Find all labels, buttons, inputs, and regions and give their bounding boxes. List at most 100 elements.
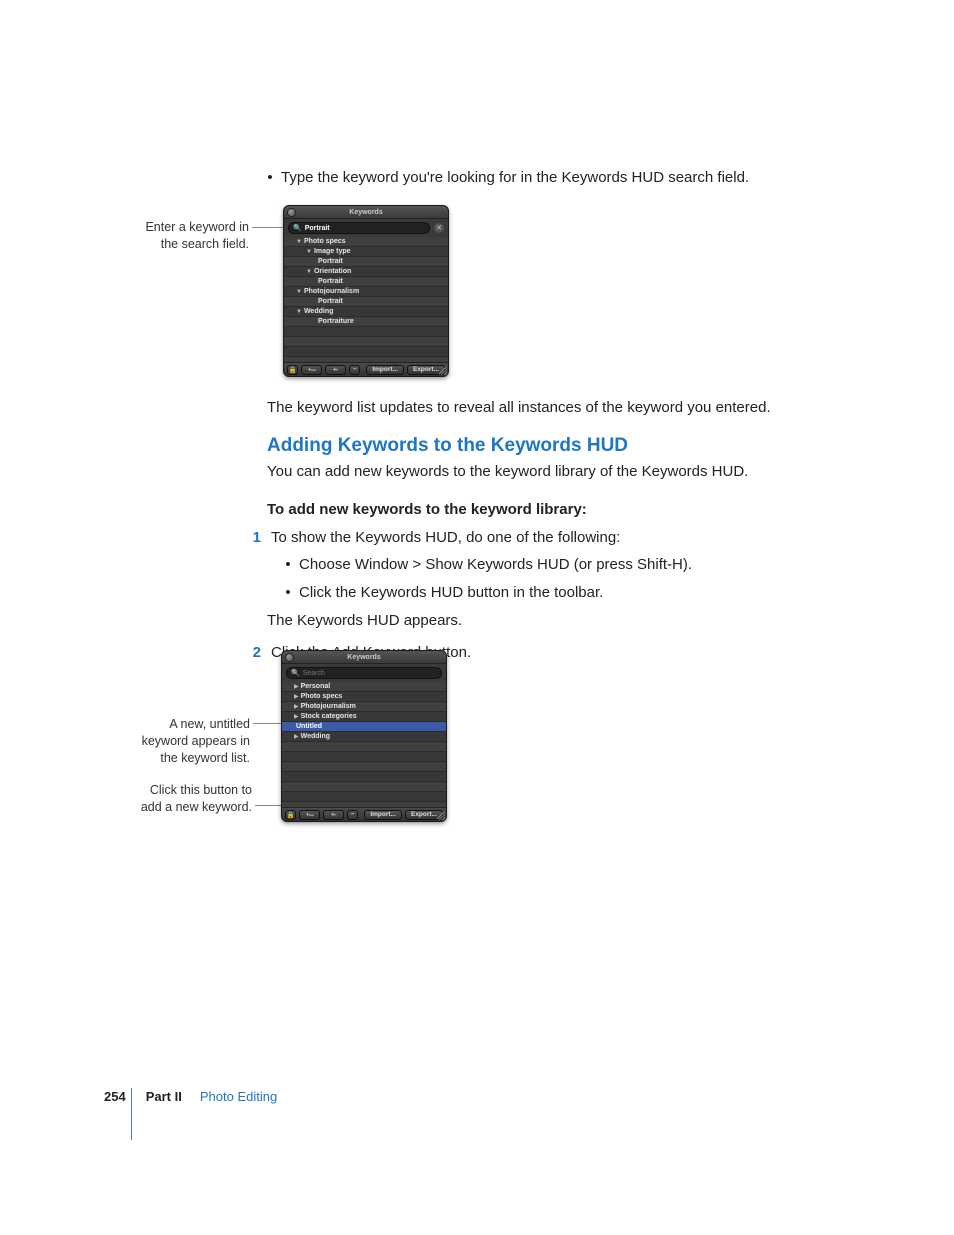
keyword-label: Image type [314,248,351,255]
list-item-empty [284,327,448,337]
bullet-text: Choose Window > Show Keywords HUD (or pr… [299,554,692,576]
bullet-item: • Choose Window > Show Keywords HUD (or … [267,554,827,576]
chevron-down-icon: ▼ [296,287,302,297]
add-keyword-button[interactable]: +▬ [299,810,320,820]
clear-search-icon[interactable]: ✕ [434,223,444,233]
import-button[interactable]: Import... [366,365,404,375]
list-item[interactable]: Portrait [284,257,448,267]
keywords-hud-2: Keywords 🔍 Search ▶Personal▶Photo specs▶… [281,650,447,822]
chevron-down-icon: ▼ [296,307,302,317]
keyword-label: Wedding [301,733,330,740]
chevron-right-icon: ▶ [294,702,299,712]
close-icon[interactable] [287,208,296,217]
list-item[interactable]: ▼Image type [284,247,448,257]
step-number: 1 [251,527,261,549]
list-item[interactable]: Portraiture [284,317,448,327]
list-item-empty [282,762,446,772]
procedure-title: To add new keywords to the keyword libra… [267,499,827,521]
remove-keyword-button[interactable]: − [347,810,358,820]
list-item-empty [282,792,446,802]
hud-search-row: 🔍 Portrait ✕ [284,219,448,237]
bullet-text: Type the keyword you're looking for in t… [281,167,749,189]
list-item-empty [282,752,446,762]
keywords-hud-1: Keywords 🔍 Portrait ✕ ▼Photo specs▼Image… [283,205,449,377]
chapter-title: Photo Editing [200,1089,277,1104]
hud-footer: 🔒 +▬ +▸ − Import... Export... [284,362,448,376]
remove-keyword-button[interactable]: − [349,365,360,375]
search-input[interactable]: 🔍 Search [286,667,442,679]
callout-untitled: A new, untitled keyword appears in the k… [90,716,250,767]
page-footer: 254 Part II Photo Editing [104,1089,277,1104]
list-item[interactable]: Portrait [284,277,448,287]
step-1: 1 To show the Keywords HUD, do one of th… [251,527,827,549]
resize-grip[interactable] [439,367,447,375]
keyword-label: Photojournalism [301,703,356,710]
chevron-down-icon: ▼ [306,247,312,257]
list-item[interactable]: Untitled [282,722,446,732]
bullet-text: Click the Keywords HUD button in the too… [299,582,603,604]
chevron-right-icon: ▶ [294,692,299,702]
keyword-label: Photojournalism [304,288,359,295]
list-item-empty [284,347,448,357]
page-number: 254 [104,1089,126,1104]
keyword-label: Orientation [314,268,351,275]
hud-titlebar: Keywords [284,206,448,219]
hud-titlebar: Keywords [282,651,446,664]
keyword-label: Stock categories [301,713,357,720]
body-text: The Keywords HUD appears. [267,610,827,632]
list-item[interactable]: ▶Photo specs [282,692,446,702]
list-item[interactable]: ▶Personal [282,682,446,692]
resize-grip[interactable] [437,812,445,820]
chevron-right-icon: ▶ [294,712,299,722]
lock-icon[interactable]: 🔒 [285,810,296,820]
chevron-down-icon: ▼ [306,267,312,277]
list-item[interactable]: ▼Photojournalism [284,287,448,297]
keyword-label: Wedding [304,308,333,315]
keyword-label: Portrait [318,298,343,305]
bullet-dot: • [267,167,273,189]
list-item-empty [282,782,446,792]
list-item[interactable]: ▶Wedding [282,732,446,742]
list-item[interactable]: ▼Wedding [284,307,448,317]
keyword-list: ▶Personal▶Photo specs▶Photojournalism▶St… [282,682,446,812]
keyword-label: Photo specs [301,693,343,700]
hud-title: Keywords [349,209,382,216]
list-item[interactable]: ▶Photojournalism [282,702,446,712]
close-icon[interactable] [285,653,294,662]
keyword-label: Untitled [296,723,322,730]
chevron-right-icon: ▶ [294,732,299,742]
search-placeholder: Search [303,670,325,677]
body-text: The keyword list updates to reveal all i… [267,397,827,419]
list-item-empty [284,337,448,347]
list-item[interactable]: Portrait [284,297,448,307]
lock-icon[interactable]: 🔒 [287,365,298,375]
add-sub-keyword-button[interactable]: +▸ [323,810,344,820]
bullet-item: • Type the keyword you're looking for in… [267,167,827,189]
part-label: Part II [146,1089,182,1104]
step-number: 2 [251,642,261,664]
bullet-item: • Click the Keywords HUD button in the t… [267,582,827,604]
search-input[interactable]: 🔍 Portrait [288,222,430,234]
list-item[interactable]: ▼Photo specs [284,237,448,247]
keyword-label: Personal [301,683,331,690]
callout-line [253,723,283,724]
keyword-label: Portrait [318,278,343,285]
hud-search-row: 🔍 Search [282,664,446,682]
search-value: Portrait [305,225,330,232]
search-icon: 🔍 [291,669,300,677]
chevron-down-icon: ▼ [296,237,302,247]
import-button[interactable]: Import... [364,810,402,820]
list-item[interactable]: ▶Stock categories [282,712,446,722]
body-text: You can add new keywords to the keyword … [267,461,827,483]
callout-search: Enter a keyword in the search field. [119,219,249,253]
keyword-label: Portrait [318,258,343,265]
keyword-label: Portraiture [318,318,354,325]
hud-footer: 🔒 +▬ +▸ − Import... Export... [282,807,446,821]
callout-add-button: Click this button to add a new keyword. [104,782,252,816]
add-keyword-button[interactable]: +▬ [301,365,322,375]
step-text: To show the Keywords HUD, do one of the … [271,527,620,549]
list-item[interactable]: ▼Orientation [284,267,448,277]
add-sub-keyword-button[interactable]: +▸ [325,365,346,375]
keyword-list: ▼Photo specs▼Image typePortrait▼Orientat… [284,237,448,367]
callout-line [252,227,286,228]
